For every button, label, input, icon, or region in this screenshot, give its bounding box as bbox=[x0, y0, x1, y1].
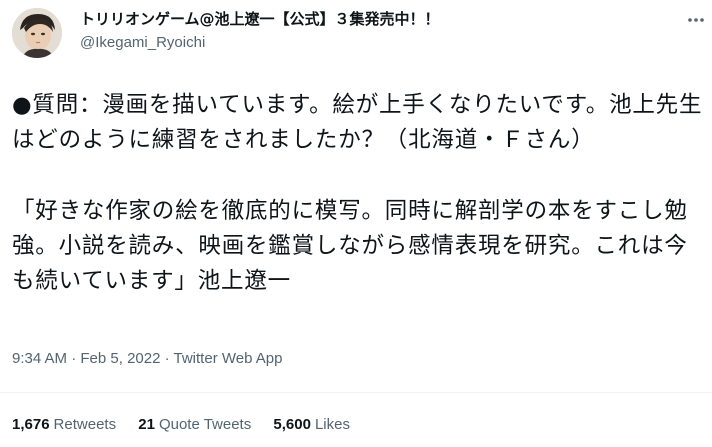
avatar[interactable] bbox=[12, 8, 62, 58]
tweet-date[interactable]: Feb 5, 2022 bbox=[80, 350, 160, 367]
tweet-source-app[interactable]: Twitter Web App bbox=[174, 350, 283, 367]
tweet-text: ●質問：漫画を描いています。絵が上手くなりたいです。池上先生はどのように練習をさ… bbox=[12, 88, 704, 299]
author-display-name[interactable]: トリリオンゲーム@池上遼一【公式】３集発売中！！ bbox=[80, 9, 440, 29]
likes-stat[interactable]: 5,600 Likes bbox=[273, 415, 350, 435]
meta-separator: · bbox=[160, 350, 174, 367]
retweets-count: 1,676 bbox=[12, 416, 50, 433]
tweet-paragraph-answer: 「好きな作家の絵を徹底的に模写。同時に解剖学の本をすこし勉強。小説を読み、映画を… bbox=[12, 198, 688, 294]
tweet-meta: 9:34 AM · Feb 5, 2022 · Twitter Web App bbox=[12, 349, 282, 369]
author-handle[interactable]: @Ikegami_Ryoichi bbox=[80, 33, 205, 53]
retweets-stat[interactable]: 1,676 Retweets bbox=[12, 415, 116, 435]
quote-tweets-label: Quote Tweets bbox=[158, 416, 252, 433]
meta-separator: · bbox=[67, 350, 81, 367]
tweet: トリリオンゲーム@池上遼一【公式】３集発売中！！ @Ikegami_Ryoich… bbox=[0, 0, 712, 447]
retweets-label: Retweets bbox=[53, 416, 117, 433]
likes-label: Likes bbox=[314, 416, 350, 433]
tweet-stats: 1,676 Retweets 21 Quote Tweets 5,600 Likes bbox=[12, 415, 368, 435]
more-horizontal-icon[interactable] bbox=[686, 12, 706, 28]
quote-tweets-stat[interactable]: 21 Quote Tweets bbox=[138, 415, 251, 435]
divider bbox=[0, 392, 712, 393]
quote-tweets-count: 21 bbox=[138, 416, 155, 433]
tweet-paragraph-question: ●質問：漫画を描いています。絵が上手くなりたいです。池上先生はどのように練習をさ… bbox=[12, 92, 703, 153]
likes-count: 5,600 bbox=[273, 416, 311, 433]
tweet-time[interactable]: 9:34 AM bbox=[12, 350, 67, 367]
avatar-portrait-icon bbox=[12, 8, 62, 58]
